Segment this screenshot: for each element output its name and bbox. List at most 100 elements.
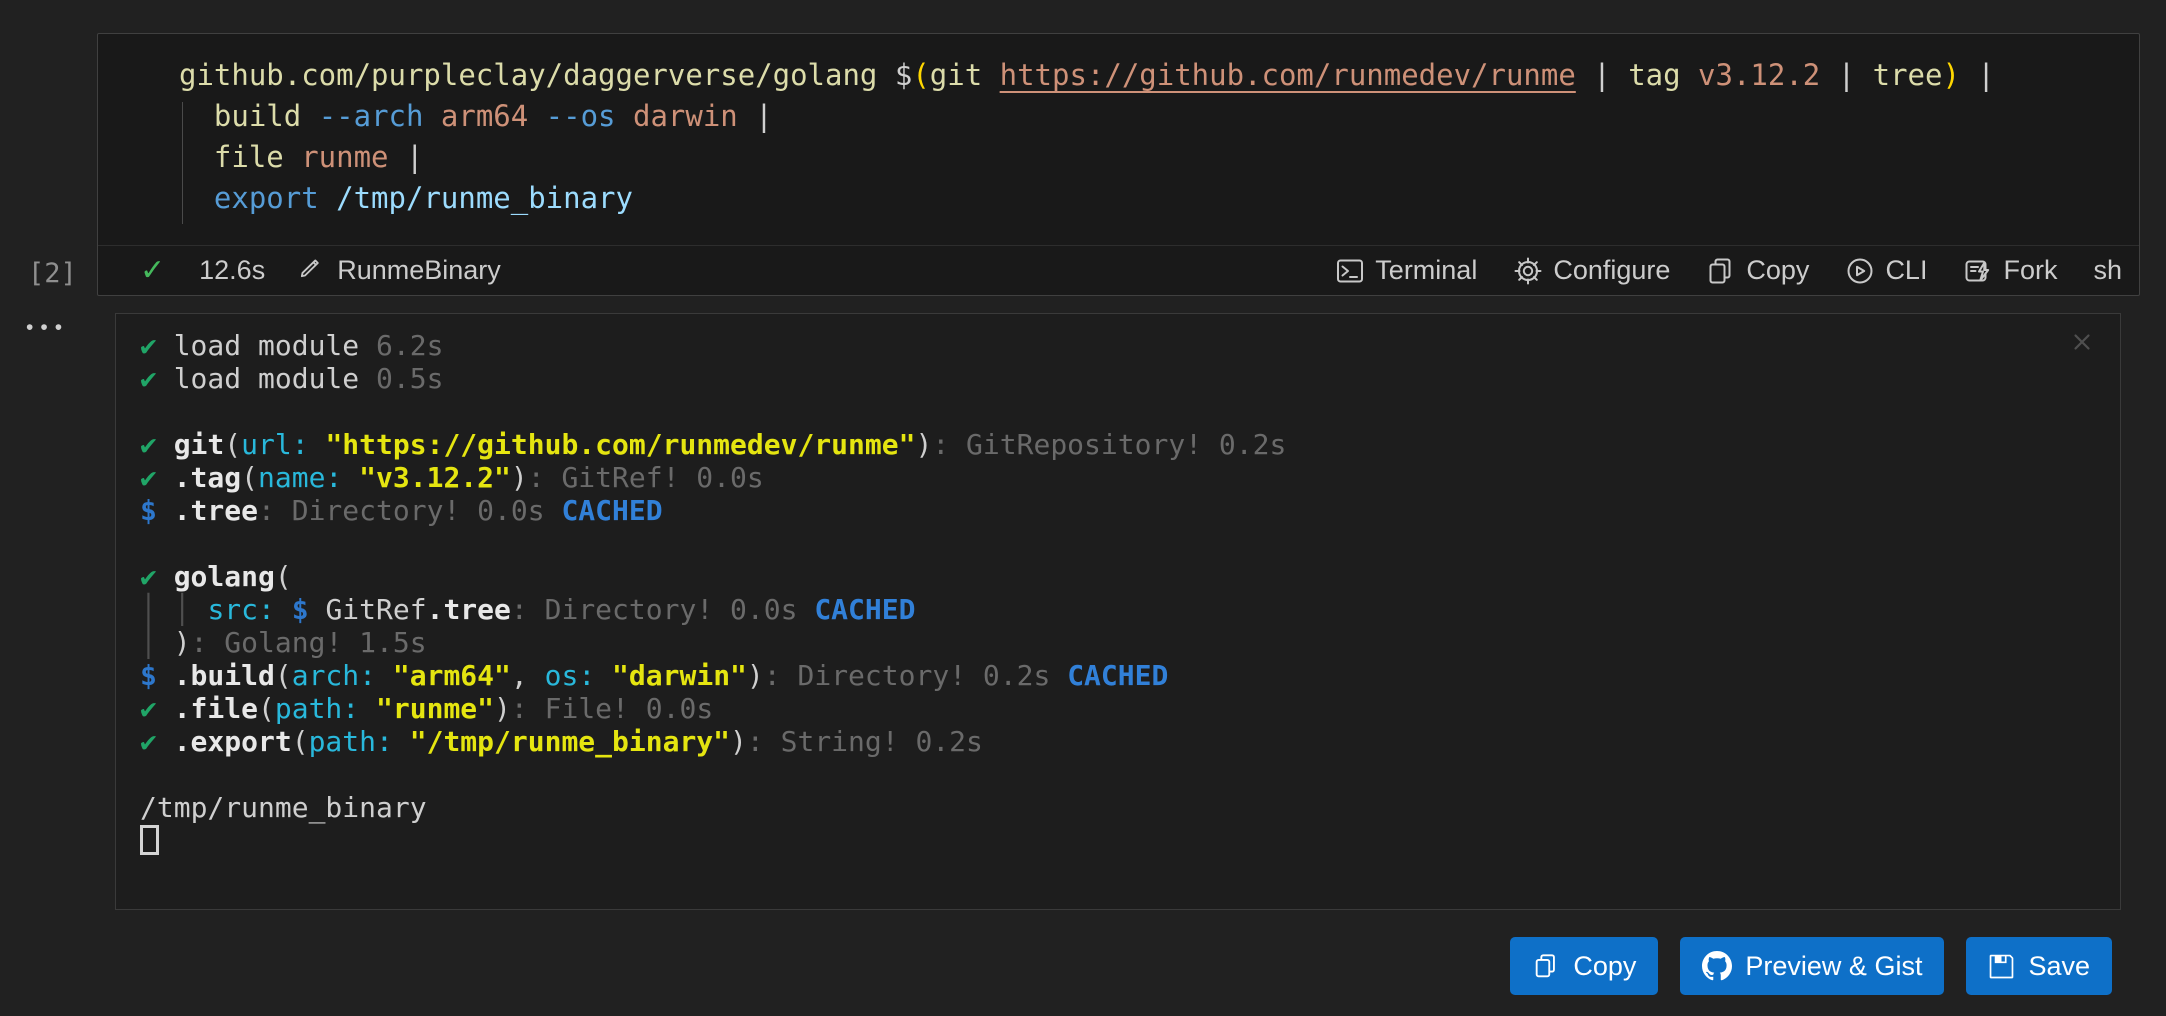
output-token: : Directory! 0.0s <box>258 494 561 527</box>
fork-bolt-icon <box>1963 256 1993 286</box>
close-output-icon[interactable] <box>2066 326 2098 358</box>
output-token: ( <box>241 461 258 494</box>
code-token: export <box>179 181 336 215</box>
output-token: 6.2s <box>359 329 443 362</box>
success-check-icon: ✓ <box>140 256 165 286</box>
copy-cell-label: Copy <box>1746 255 1809 286</box>
code-token: arm64 <box>441 99 546 133</box>
code-link[interactable]: https://github.com/runmedev/runme <box>1000 58 1576 92</box>
code-token: v3.12.2 <box>1698 58 1820 92</box>
output-line <box>140 395 1286 428</box>
save-label: Save <box>2028 951 2090 982</box>
gear-icon <box>1513 256 1543 286</box>
code-token: --os <box>546 99 633 133</box>
block-name-edit[interactable]: RunmeBinary <box>297 253 501 288</box>
code-line: export /tmp/runme_binary <box>179 181 2119 222</box>
fork-button[interactable]: Fork <box>1963 255 2057 286</box>
configure-label: Configure <box>1553 255 1670 286</box>
output-token: : Directory! 0.2s <box>764 659 1067 692</box>
output-token: ) <box>730 725 747 758</box>
github-icon <box>1702 951 1732 981</box>
output-token: "runme" <box>376 692 494 725</box>
output-token: CACHED <box>814 593 915 626</box>
code-token: git <box>930 58 1000 92</box>
code-token: /tmp/runme_binary <box>336 181 633 215</box>
save-button[interactable]: Save <box>1966 937 2112 995</box>
output-token: src: <box>207 593 274 626</box>
code-token: --arch <box>319 99 441 133</box>
copy-icon <box>1706 256 1736 286</box>
output-token: path: <box>309 725 393 758</box>
cell-menu-ellipsis[interactable]: ••• <box>26 316 69 340</box>
output-token: , <box>511 659 545 692</box>
cli-button[interactable]: CLI <box>1845 255 1927 286</box>
output-token: ✔ <box>140 461 174 494</box>
output-token: golang <box>174 560 275 593</box>
output-token <box>275 593 292 626</box>
output-token: : File! 0.0s <box>511 692 713 725</box>
output-token <box>309 428 326 461</box>
terminal-output: ✔load module 6.2s✔load module 0.5s ✔git(… <box>140 329 1286 857</box>
code-token: runme <box>301 140 406 174</box>
output-token: : String! 0.2s <box>747 725 983 758</box>
output-token: git <box>174 428 225 461</box>
output-token: .tag <box>174 461 241 494</box>
output-token: ✔ <box>140 329 174 362</box>
code-token: ( <box>912 58 929 92</box>
output-line: $.build(arch: "arm64", os: "darwin"): Di… <box>140 659 1286 692</box>
code-token: | <box>1576 58 1628 92</box>
output-token: CACHED <box>561 494 662 527</box>
output-token: ( <box>275 560 292 593</box>
copy-cell-button[interactable]: Copy <box>1706 255 1809 286</box>
configure-button[interactable]: Configure <box>1513 255 1670 286</box>
output-token: /tmp/runme_binary <box>140 791 427 824</box>
output-token: .export <box>174 725 292 758</box>
output-line: ✔.export(path: "/tmp/runme_binary"): Str… <box>140 725 1286 758</box>
terminal-icon <box>1335 256 1365 286</box>
code-token: build <box>179 99 319 133</box>
output-token: "arm64" <box>393 659 511 692</box>
terminal-label: Terminal <box>1375 255 1477 286</box>
output-token: os: <box>545 659 596 692</box>
copy-icon <box>1532 952 1560 980</box>
output-token <box>359 692 376 725</box>
output-token: "https://github.com/runmedev/runme" <box>325 428 915 461</box>
output-line <box>140 758 1286 791</box>
language-label[interactable]: sh <box>2093 255 2122 286</box>
code-token: tree <box>1873 58 1943 92</box>
code-lines: github.com/purpleclay/daggerverse/golang… <box>179 58 2119 222</box>
output-line: /tmp/runme_binary <box>140 791 1286 824</box>
code-editor[interactable]: github.com/purpleclay/daggerverse/golang… <box>98 34 2139 245</box>
preview-gist-button[interactable]: Preview & Gist <box>1680 937 1944 995</box>
footer-actions: Copy Preview & Gist Save <box>1510 937 2112 995</box>
output-line: │ ): Golang! 1.5s <box>140 626 1286 659</box>
output-token: $ <box>292 593 326 626</box>
output-token <box>376 659 393 692</box>
output-token: ✔ <box>140 692 174 725</box>
output-token: ✔ <box>140 725 174 758</box>
terminal-button[interactable]: Terminal <box>1335 255 1477 286</box>
output-token: ) <box>494 692 511 725</box>
code-token: github.com/purpleclay/daggerverse/golang <box>179 58 895 92</box>
output-token: GitRef <box>325 593 426 626</box>
code-token: | <box>1960 58 1995 92</box>
output-token: .tree <box>174 494 258 527</box>
code-token: tag <box>1628 58 1698 92</box>
code-cell: github.com/purpleclay/daggerverse/golang… <box>97 33 2140 296</box>
copy-output-button[interactable]: Copy <box>1510 937 1658 995</box>
output-line <box>140 527 1286 560</box>
output-line: $.tree: Directory! 0.0s CACHED <box>140 494 1286 527</box>
output-token: ) <box>747 659 764 692</box>
output-token: arch: <box>292 659 376 692</box>
output-token: $ <box>140 494 174 527</box>
output-token: ( <box>224 428 241 461</box>
cell-status-bar: ✓ 12.6s RunmeBinary <box>98 245 2139 295</box>
output-token <box>342 461 359 494</box>
output-token: ) <box>915 428 932 461</box>
output-token: ✔ <box>140 560 174 593</box>
output-token: load module <box>174 329 359 362</box>
code-line: file runme | <box>179 140 2119 181</box>
output-line: ✔.file(path: "runme"): File! 0.0s <box>140 692 1286 725</box>
output-token: .file <box>174 692 258 725</box>
output-token: ) <box>174 626 191 659</box>
